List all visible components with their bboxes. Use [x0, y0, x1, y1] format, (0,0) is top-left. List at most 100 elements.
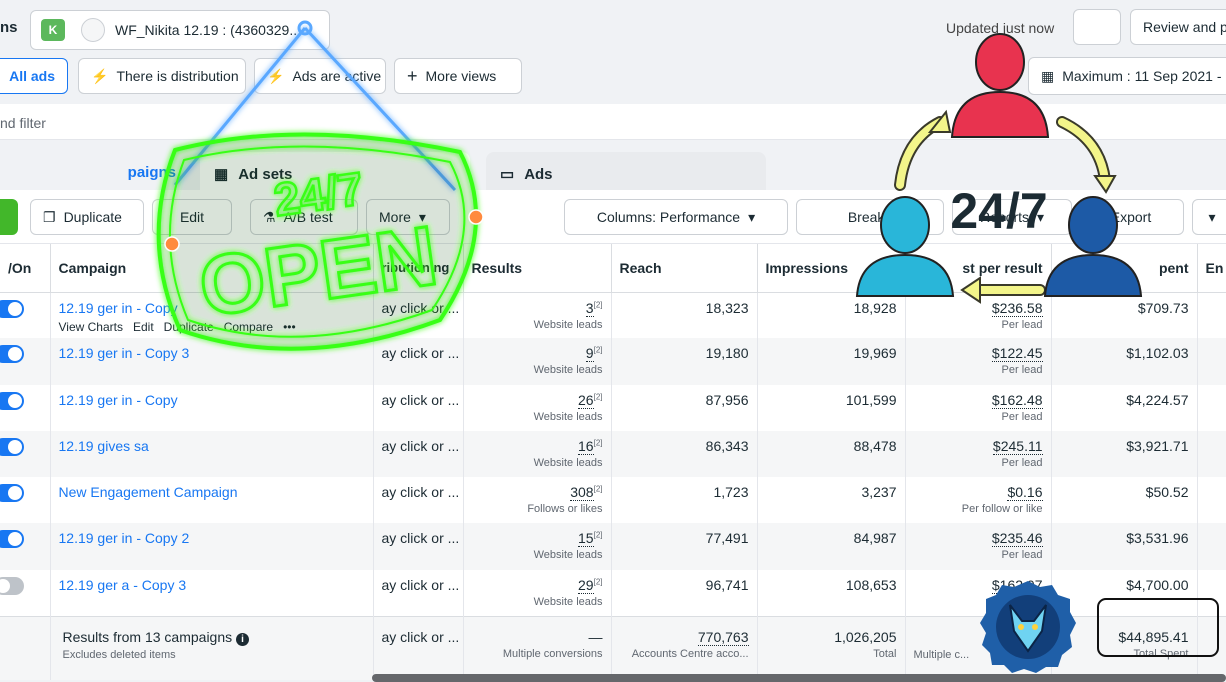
review-publish-button[interactable]: Review and p: [1130, 9, 1226, 45]
grid-icon: ▦: [214, 166, 229, 183]
spent-cell: $4,700.00: [1051, 569, 1198, 617]
results-cell: 26[2] Website leads: [463, 384, 612, 431]
table-row[interactable]: New Engagement Campaign ay click or ... 30…: [0, 477, 1226, 524]
col-impressions[interactable]: Impressions: [757, 244, 906, 293]
distribution-filter[interactable]: ⚡ There is distribution: [78, 58, 246, 94]
campaign-name-link[interactable]: 12.19 ger in - Copy 3: [59, 345, 365, 361]
results-value: 3: [585, 299, 594, 317]
results-value: 16: [578, 437, 594, 455]
date-range-picker[interactable]: ▦ Maximum : 11 Sep 2021 -: [1028, 57, 1226, 95]
columns-button[interactable]: Columns: Performance ▾: [564, 199, 788, 235]
date-label: Maximum : 11 Sep 2021 -: [1062, 68, 1222, 84]
table-row[interactable]: 12.19 ger in - Copy 2 ay click or ... 15[2…: [0, 523, 1226, 570]
campaign-name-link[interactable]: New Engagement Campaign: [59, 484, 365, 500]
horizontal-scrollbar[interactable]: [372, 674, 1226, 682]
chevron-down-icon: ▾: [1208, 208, 1216, 225]
campaign-name-link[interactable]: 12.19 gives sa: [59, 438, 365, 454]
active-label: Ads are active: [292, 68, 382, 84]
reach-cell: 77,491: [611, 523, 758, 570]
discard-button[interactable]: [1073, 9, 1121, 45]
campaign-toggle[interactable]: [0, 576, 24, 595]
campaign-cell: 12.19 ger in - Copy: [50, 384, 374, 431]
chevron-down-icon: ▾: [748, 208, 756, 225]
attribution-cell: ay click or ...: [373, 384, 464, 431]
col-amount-spent[interactable]: pent: [1051, 244, 1198, 293]
campaign-name-link[interactable]: 12.19 ger in - Copy 2: [59, 530, 365, 546]
col-toggle[interactable]: /On: [0, 244, 51, 293]
breakdown-label: Breakd: [847, 209, 893, 225]
col-campaign[interactable]: Campaign: [50, 244, 374, 293]
impressions-cell: 88,478: [757, 430, 906, 478]
impressions-cell: 101,599: [757, 384, 906, 431]
campaign-toggle[interactable]: [0, 484, 24, 503]
ab-test-button[interactable]: ⚗ A/B test: [250, 199, 358, 235]
campaign-name-link[interactable]: 12.19 ger a - Copy 3: [59, 577, 365, 593]
calendar-icon: ▦: [1041, 67, 1055, 84]
review-label: Review and p: [1143, 19, 1226, 35]
col-attribution[interactable]: ribution ng: [373, 244, 464, 293]
duplicate-button[interactable]: ❐ Duplicate: [30, 199, 144, 235]
results-cell: 308[2] Follows or likes: [463, 477, 612, 524]
more-views-button[interactable]: + More views: [394, 58, 522, 94]
cost-value: $122.45: [991, 345, 1043, 363]
campaign-toggle[interactable]: [0, 437, 24, 456]
tab-ads-label: Ads: [524, 165, 553, 183]
tab-campaigns-label: paigns: [127, 164, 176, 181]
account-selector[interactable]: K WF_Nikita 12.19 : (4360329...: [30, 10, 330, 50]
toggle-cell: [0, 292, 51, 339]
table-row[interactable]: 12.19 ger a - Copy 3 ay click or ... 29[2]…: [0, 569, 1226, 617]
ends-cell: [1197, 569, 1226, 617]
cost-cell: $236.58 Per lead: [905, 292, 1052, 339]
all-ads-label: All ads: [9, 68, 55, 84]
row-action-0[interactable]: View Charts: [59, 320, 123, 334]
row-action-2[interactable]: Duplicate: [164, 320, 214, 334]
cost-value: $236.58: [991, 299, 1043, 317]
attribution-cell: ay click or ...: [373, 569, 464, 617]
summary-reach: 770,763 Accounts Centre acco...: [611, 615, 758, 681]
campaign-toggle[interactable]: [0, 530, 24, 549]
footnote-mark: [2]: [593, 391, 603, 401]
table-row[interactable]: 12.19 ger in - Copy ay click or ... 26[2] W…: [0, 384, 1226, 431]
search-filter-bar[interactable]: nd filter: [0, 104, 1226, 140]
results-cell: 15[2] Website leads: [463, 523, 612, 570]
impressions-cell: 108,653: [757, 569, 906, 617]
campaign-cell: New Engagement Campaign: [50, 477, 374, 524]
all-ads-filter[interactable]: All ads: [0, 58, 68, 94]
edit-button[interactable]: Edit: [152, 199, 232, 235]
table-row[interactable]: 12.19 gives sa ay click or ... 16[2] Websit…: [0, 430, 1226, 478]
col-cost-per-result[interactable]: st per result: [905, 244, 1052, 293]
breakdown-button[interactable]: Breakd: [796, 199, 944, 235]
results-type: Website leads: [533, 456, 603, 469]
footnote-mark: [2]: [593, 530, 603, 540]
cost-value: $245.11: [992, 437, 1043, 455]
results-cell: 29[2] Website leads: [463, 569, 612, 617]
info-icon[interactable]: i: [236, 632, 250, 646]
toggle-cell: [0, 338, 51, 385]
row-action-4[interactable]: •••: [283, 320, 296, 334]
toolbar: ❐ Duplicate Edit ⚗ A/B test More ▾ Columns:…: [0, 190, 1226, 244]
campaign-name-link[interactable]: 12.19 ger in - Copy: [59, 300, 365, 316]
ends-cell: [1197, 430, 1226, 478]
summary-impressions-value: 1,026,205: [834, 628, 897, 645]
active-filter[interactable]: ⚡ Ads are active: [254, 58, 386, 94]
cost-type: Per lead: [1001, 595, 1043, 608]
col-results[interactable]: Results: [463, 244, 612, 293]
campaign-toggle[interactable]: [0, 299, 24, 318]
table-row[interactable]: 12.19 ger in - Copy View Charts Edit Duplic…: [0, 292, 1226, 339]
campaign-toggle[interactable]: [0, 391, 24, 410]
row-action-1[interactable]: Edit: [133, 320, 154, 334]
table-row[interactable]: 12.19 ger in - Copy 3 ay click or ... 9[2]…: [0, 338, 1226, 385]
ends-cell: [1197, 384, 1226, 431]
row-action-3[interactable]: Compare: [224, 320, 273, 334]
summary-title: Results from 13 campaigns: [62, 628, 233, 645]
reports-button[interactable]: Reports ▾: [952, 199, 1072, 235]
more-button[interactable]: More ▾: [366, 199, 450, 235]
campaign-toggle[interactable]: [0, 345, 24, 364]
campaign-name-link[interactable]: 12.19 ger in - Copy: [59, 392, 365, 408]
export-button[interactable]: Export: [1078, 199, 1184, 235]
export-menu-button[interactable]: ▾: [1192, 199, 1226, 235]
attribution-cell: ay click or ...: [373, 477, 464, 524]
col-ends[interactable]: En: [1197, 244, 1226, 293]
col-reach[interactable]: Reach: [611, 244, 758, 293]
create-button[interactable]: [0, 199, 18, 235]
